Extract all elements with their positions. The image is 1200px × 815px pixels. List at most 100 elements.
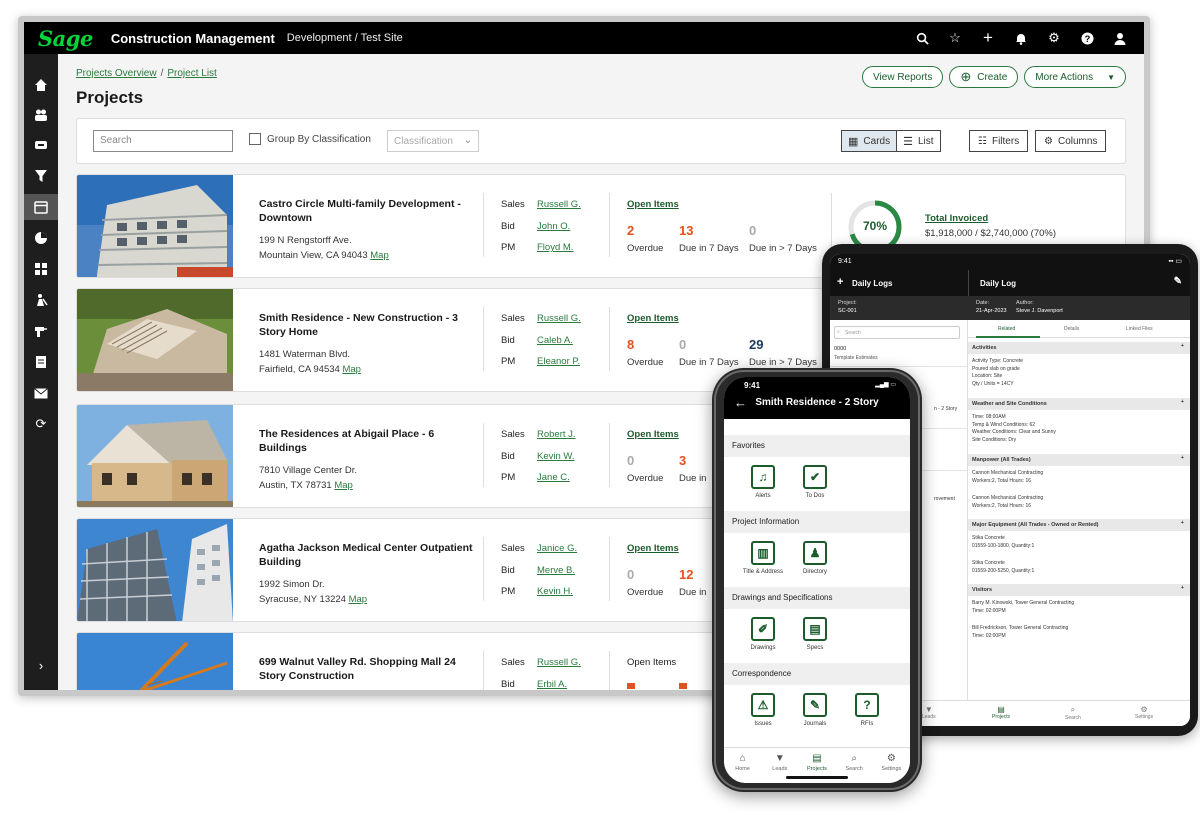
mail-icon[interactable] [24,380,58,406]
total-invoiced-link[interactable]: Total Invoiced [925,213,988,224]
sage-logo[interactable]: Sage [38,26,93,51]
expand-icon[interactable]: + [1181,343,1184,349]
weather-section[interactable]: Weather and Site Conditions + [968,398,1190,410]
project-name[interactable]: Smith Residence - New Construction - 3 S… [259,311,475,339]
help-icon[interactable]: ? [1079,30,1095,46]
project-name[interactable]: Castro Circle Multi-family Development -… [259,197,475,225]
funnel-icon[interactable] [24,163,58,189]
expand-icon[interactable]: + [1181,520,1184,526]
search-icon[interactable] [914,30,930,46]
user-icon[interactable] [1112,30,1128,46]
due-gt7-count[interactable]: 0 [749,223,756,238]
directory-tile[interactable]: ♟ Directory [790,541,840,575]
bid-person-link[interactable]: John O. [537,221,570,232]
due7-count[interactable]: 0 [679,337,686,352]
list-item-code[interactable]: 0000 [834,346,846,352]
journals-tile[interactable]: ✎ Journals [790,693,840,727]
nav-settings[interactable]: ⚙ Settings [1135,705,1153,720]
pm-person-link[interactable]: Kevin H. [537,586,573,597]
sales-person-link[interactable]: Russell G. [537,657,581,668]
worker-icon[interactable] [24,287,58,313]
people-icon[interactable] [24,102,58,128]
drawings-tile[interactable]: ✐ Drawings [738,617,788,651]
project-name[interactable]: 699 Walnut Valley Rd. Shopping Mall 24 S… [259,655,475,683]
expand-icon[interactable]: + [1181,399,1184,405]
bid-person-link[interactable]: Erbil A. [537,679,567,690]
drill-icon[interactable] [24,318,58,344]
breadcrumb-project-list[interactable]: Project List [167,68,216,79]
nav-leads[interactable]: ▼ Leads [922,705,936,720]
view-reports-button[interactable]: View Reports [862,66,944,88]
sync-icon[interactable]: ⟳ [24,411,58,437]
classification-select[interactable]: Classification ⌄ [387,130,479,152]
checkbox-box[interactable] [249,133,261,145]
project-name[interactable]: Agatha Jackson Medical Center Outpatient… [259,541,475,569]
map-link[interactable]: Map [342,364,360,375]
bell-icon[interactable] [1013,30,1029,46]
handshake-icon[interactable] [24,132,58,158]
plus-icon[interactable]: + [980,28,996,47]
open-items-link[interactable]: Open Items [627,313,679,324]
bid-person-link[interactable]: Caleb A. [537,335,573,346]
more-actions-button[interactable]: More Actions ▼ [1024,66,1126,88]
sales-person-link[interactable]: Russell G. [537,199,581,210]
specs-tile[interactable]: ▤ Specs [790,617,840,651]
due7-count[interactable]: 13 [679,223,693,238]
grid-icon[interactable] [24,256,58,282]
chevron-right-icon[interactable]: › [24,652,58,678]
equipment-section[interactable]: Major Equipment (All Trades - Owned or R… [968,519,1190,531]
site-name[interactable]: Development / Test Site [287,32,403,44]
visitors-section[interactable]: Visitors + [968,584,1190,596]
open-items-link[interactable]: Open Items [627,543,679,554]
bid-person-link[interactable]: Kevin W. [537,451,575,462]
due7-count[interactable]: 12 [679,567,693,582]
create-button[interactable]: ⊕ Create [949,66,1019,88]
cards-view-button[interactable]: ▦ Cards [842,131,897,151]
bid-person-link[interactable]: Merve B. [537,565,575,576]
map-link[interactable]: Map [349,594,367,605]
expand-icon[interactable]: + [1181,455,1184,461]
nav-search[interactable]: ⌕ Search [1065,705,1081,721]
search-input[interactable]: Search [93,130,233,152]
list-view-button[interactable]: ☰ List [896,131,939,151]
due7-count[interactable]: 3 [679,453,686,468]
open-items-link[interactable]: Open Items [627,199,679,210]
pm-person-link[interactable]: Floyd M. [537,242,573,253]
group-by-checkbox[interactable]: Group By Classification [249,133,371,145]
tab-details[interactable]: Details [1064,326,1079,332]
nav-settings[interactable]: ⚙ Settings [876,753,906,783]
expand-icon[interactable]: + [1181,585,1184,591]
filters-button[interactable]: ☷ Filters [969,130,1029,152]
title-address-tile[interactable]: ▥ Title & Address [738,541,788,575]
activities-section[interactable]: Activities + [968,342,1190,354]
nav-home[interactable]: ⌂ Home [728,753,758,783]
overdue-count[interactable]: 2 [627,223,634,238]
tab-linked-files[interactable]: Linked Files [1126,326,1153,332]
plus-icon[interactable]: + [837,276,843,288]
project-name[interactable]: The Residences at Abigail Place - 6 Buil… [259,427,475,455]
columns-button[interactable]: ⚙ Columns [1035,130,1107,152]
sales-person-link[interactable]: Robert J. [537,429,576,440]
pie-chart-icon[interactable] [24,225,58,251]
projects-icon[interactable] [24,194,58,220]
pm-person-link[interactable]: Eleanor P. [537,356,580,367]
sales-person-link[interactable]: Janice G. [537,543,577,554]
issues-tile[interactable]: ⚠ Issues [738,693,788,727]
sales-person-link[interactable]: Russell G. [537,313,581,324]
star-icon[interactable]: ☆ [947,30,963,46]
gear-icon[interactable]: ⚙ [1046,30,1062,46]
tablet-search-input[interactable]: Search [834,326,960,339]
nav-projects[interactable]: ▤ Projects [992,705,1010,720]
due-gt7-count[interactable]: 29 [749,337,763,352]
alerts-tile[interactable]: ♫ Alerts [738,465,788,499]
map-link[interactable]: Map [370,250,388,261]
breadcrumb-projects-overview[interactable]: Projects Overview [76,68,157,79]
manpower-section[interactable]: Manpower (All Trades) + [968,454,1190,466]
overdue-count[interactable]: 8 [627,337,634,352]
overdue-count[interactable]: 0 [627,453,634,468]
todos-tile[interactable]: ✔ To Dos [790,465,840,499]
edit-icon[interactable]: ✎ [1174,276,1182,287]
home-icon[interactable] [24,72,58,98]
open-items-link[interactable]: Open Items [627,429,679,440]
document-icon[interactable] [24,349,58,375]
